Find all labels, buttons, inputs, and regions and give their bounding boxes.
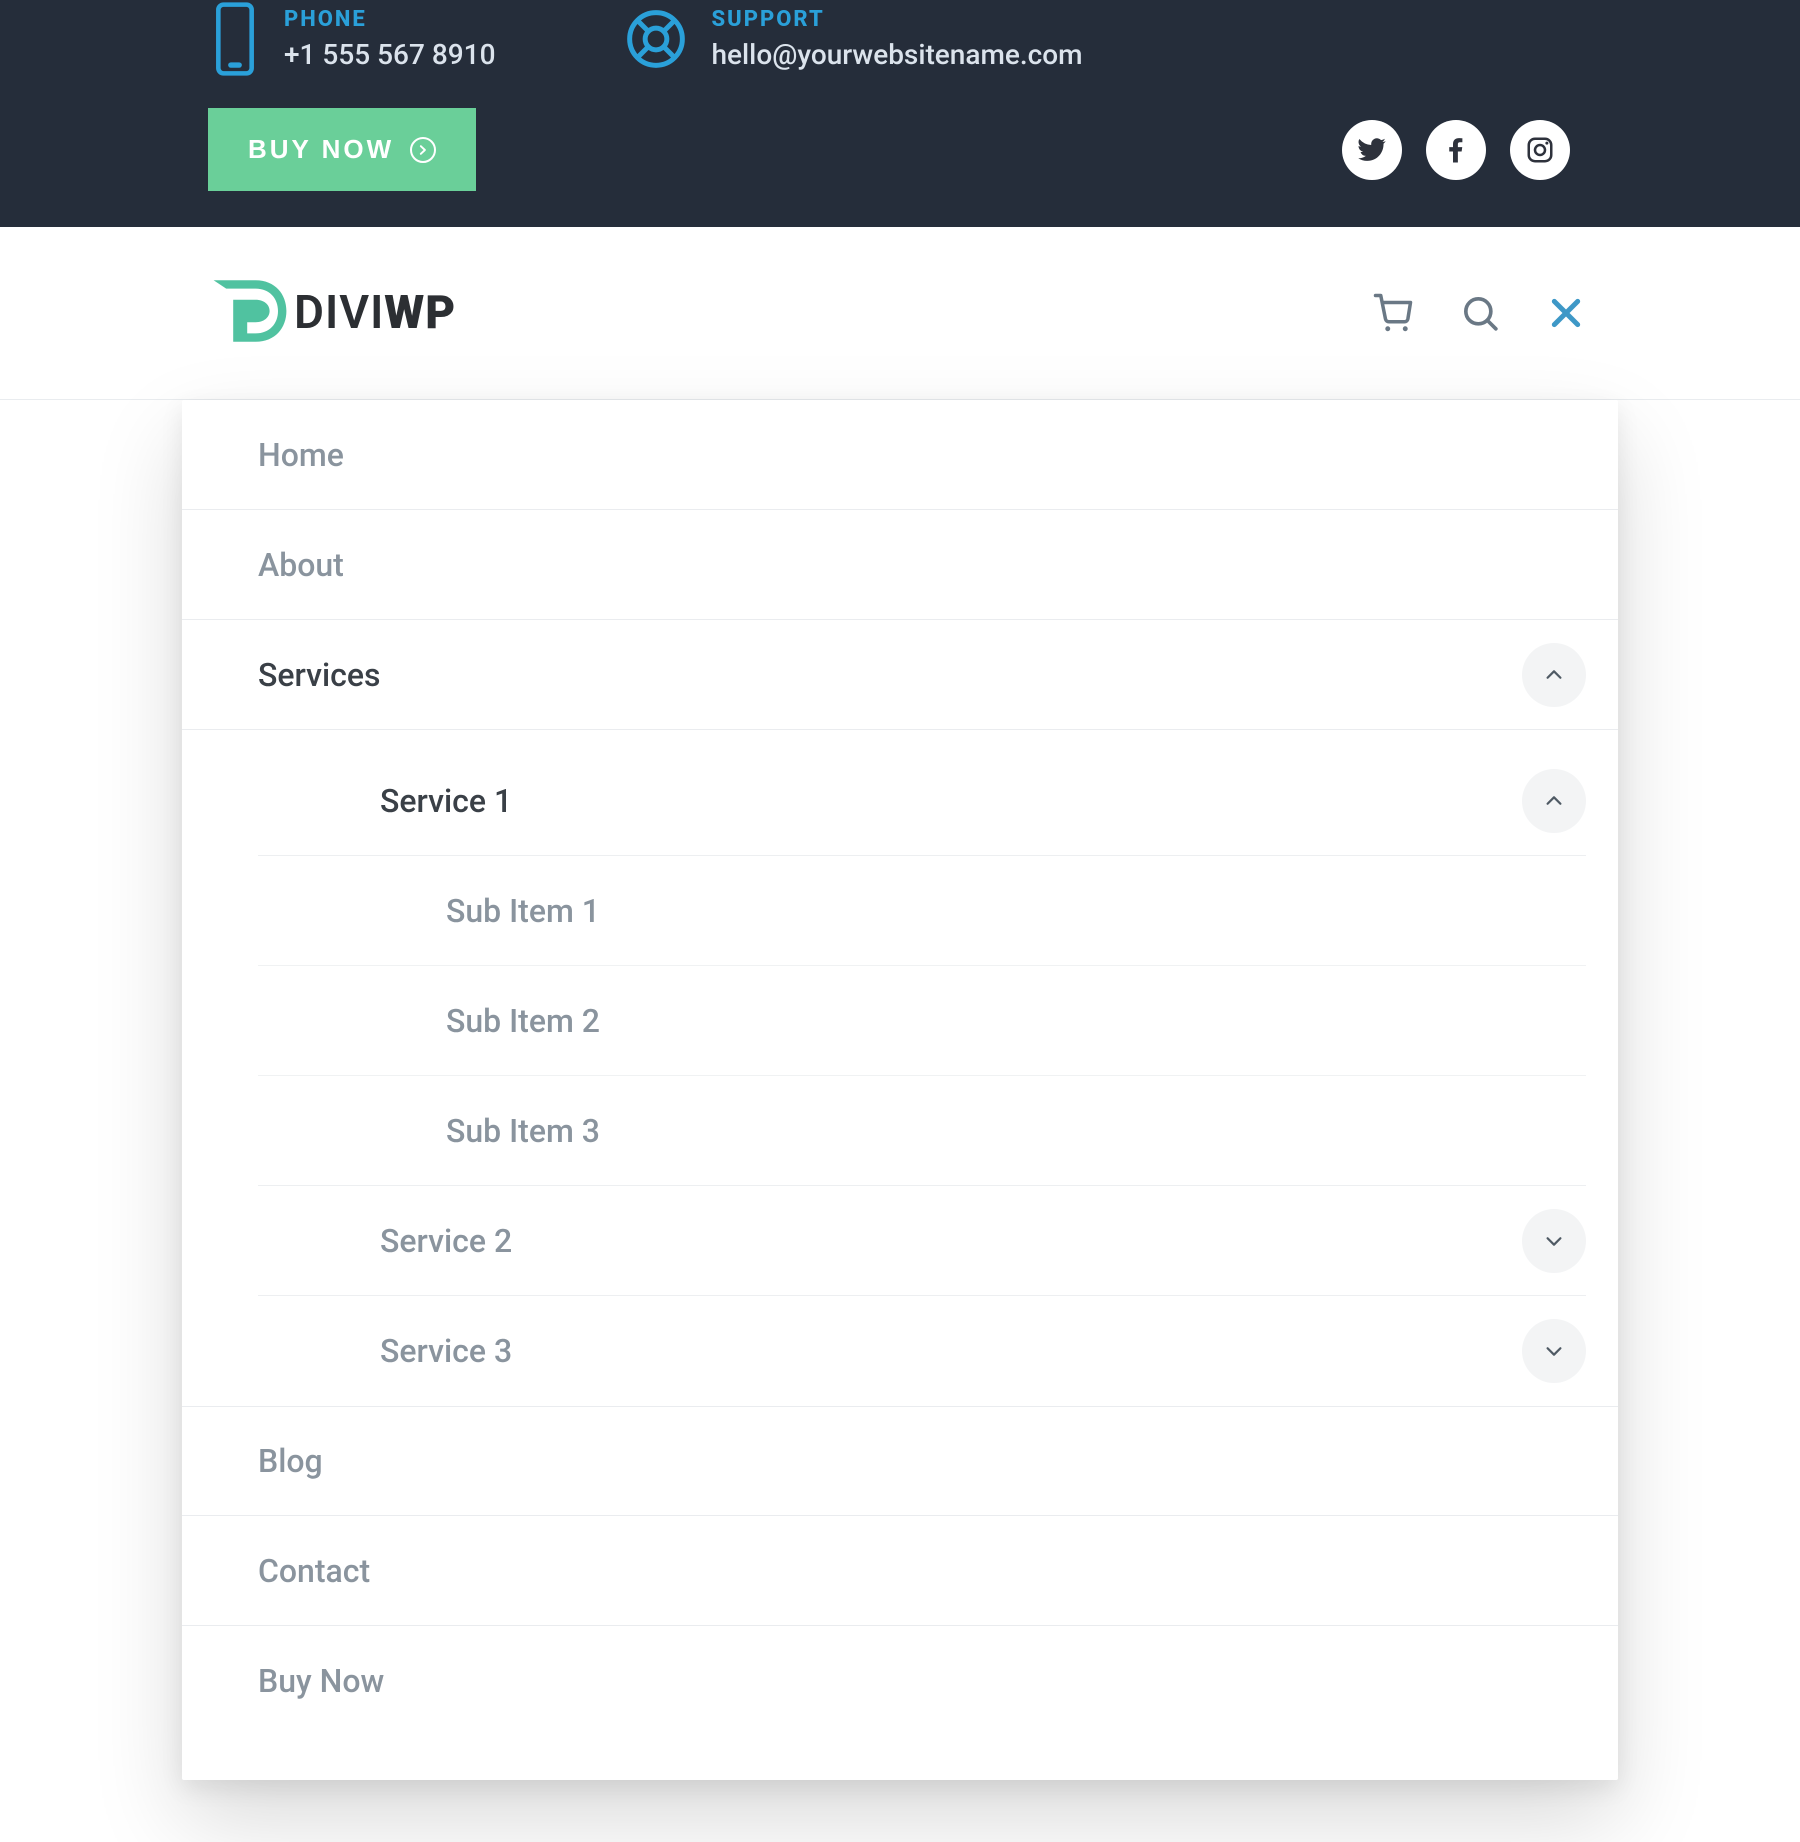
menu-item-home[interactable]: Home: [182, 400, 1618, 510]
menu-label: Service 3: [380, 1332, 512, 1370]
phone-label: PHONE: [284, 7, 495, 32]
menu-item-service-3[interactable]: Service 3: [258, 1296, 1586, 1406]
support-block: SUPPORT hello@yourwebsitename.com: [625, 0, 1082, 78]
menu-label: Buy Now: [258, 1662, 384, 1700]
chevron-up-icon[interactable]: [1522, 643, 1586, 707]
life-ring-icon: [625, 8, 687, 70]
menu-label: Home: [258, 436, 344, 474]
menu-item-sub-2[interactable]: Sub Item 2: [258, 966, 1586, 1076]
main-header: DIVIWP: [0, 227, 1800, 400]
logo-mark-icon: [208, 269, 292, 357]
buy-now-label: BUY NOW: [248, 134, 394, 165]
mobile-menu-panel: Home About Services Service 1 Sub Item 1: [182, 400, 1618, 1780]
menu-label: Service 2: [380, 1222, 512, 1260]
facebook-icon[interactable]: [1426, 120, 1486, 180]
menu-label: Sub Item 3: [446, 1112, 600, 1150]
buy-now-button[interactable]: BUY NOW: [208, 108, 476, 191]
chevron-up-icon[interactable]: [1522, 769, 1586, 833]
support-label: SUPPORT: [711, 7, 1082, 32]
site-logo[interactable]: DIVIWP: [208, 269, 456, 357]
menu-item-service-2[interactable]: Service 2: [258, 1186, 1586, 1296]
chevron-right-icon: [410, 137, 436, 163]
menu-label: About: [258, 546, 344, 584]
phone-value: +1 555 567 8910: [284, 38, 495, 71]
cart-icon[interactable]: [1372, 292, 1414, 334]
menu-item-sub-1[interactable]: Sub Item 1: [258, 856, 1586, 966]
logo-text: DIVIWP: [294, 286, 456, 340]
menu-item-buy-now[interactable]: Buy Now: [182, 1626, 1618, 1736]
twitter-icon[interactable]: [1342, 120, 1402, 180]
menu-label: Service 1: [380, 782, 512, 820]
search-icon[interactable]: [1460, 293, 1500, 333]
menu-item-blog[interactable]: Blog: [182, 1406, 1618, 1516]
phone-block: PHONE +1 555 567 8910: [210, 0, 495, 78]
instagram-icon[interactable]: [1510, 120, 1570, 180]
menu-item-services[interactable]: Services: [182, 620, 1618, 730]
menu-item-contact[interactable]: Contact: [182, 1516, 1618, 1626]
close-menu-icon[interactable]: [1546, 293, 1586, 333]
menu-label: Services: [258, 656, 380, 694]
support-email: hello@yourwebsitename.com: [711, 38, 1082, 71]
topbar: PHONE +1 555 567 8910 SUPPORT: [0, 0, 1800, 227]
menu-label: Blog: [258, 1442, 323, 1480]
menu-label: Contact: [258, 1552, 370, 1590]
menu-label: Sub Item 1: [446, 892, 600, 930]
menu-item-about[interactable]: About: [182, 510, 1618, 620]
menu-item-sub-3[interactable]: Sub Item 3: [258, 1076, 1586, 1186]
social-links: [1342, 120, 1586, 180]
menu-label: Sub Item 2: [446, 1002, 600, 1040]
menu-item-service-1[interactable]: Service 1: [258, 746, 1586, 856]
chevron-down-icon[interactable]: [1522, 1209, 1586, 1273]
chevron-down-icon[interactable]: [1522, 1319, 1586, 1383]
phone-icon: [210, 0, 260, 78]
